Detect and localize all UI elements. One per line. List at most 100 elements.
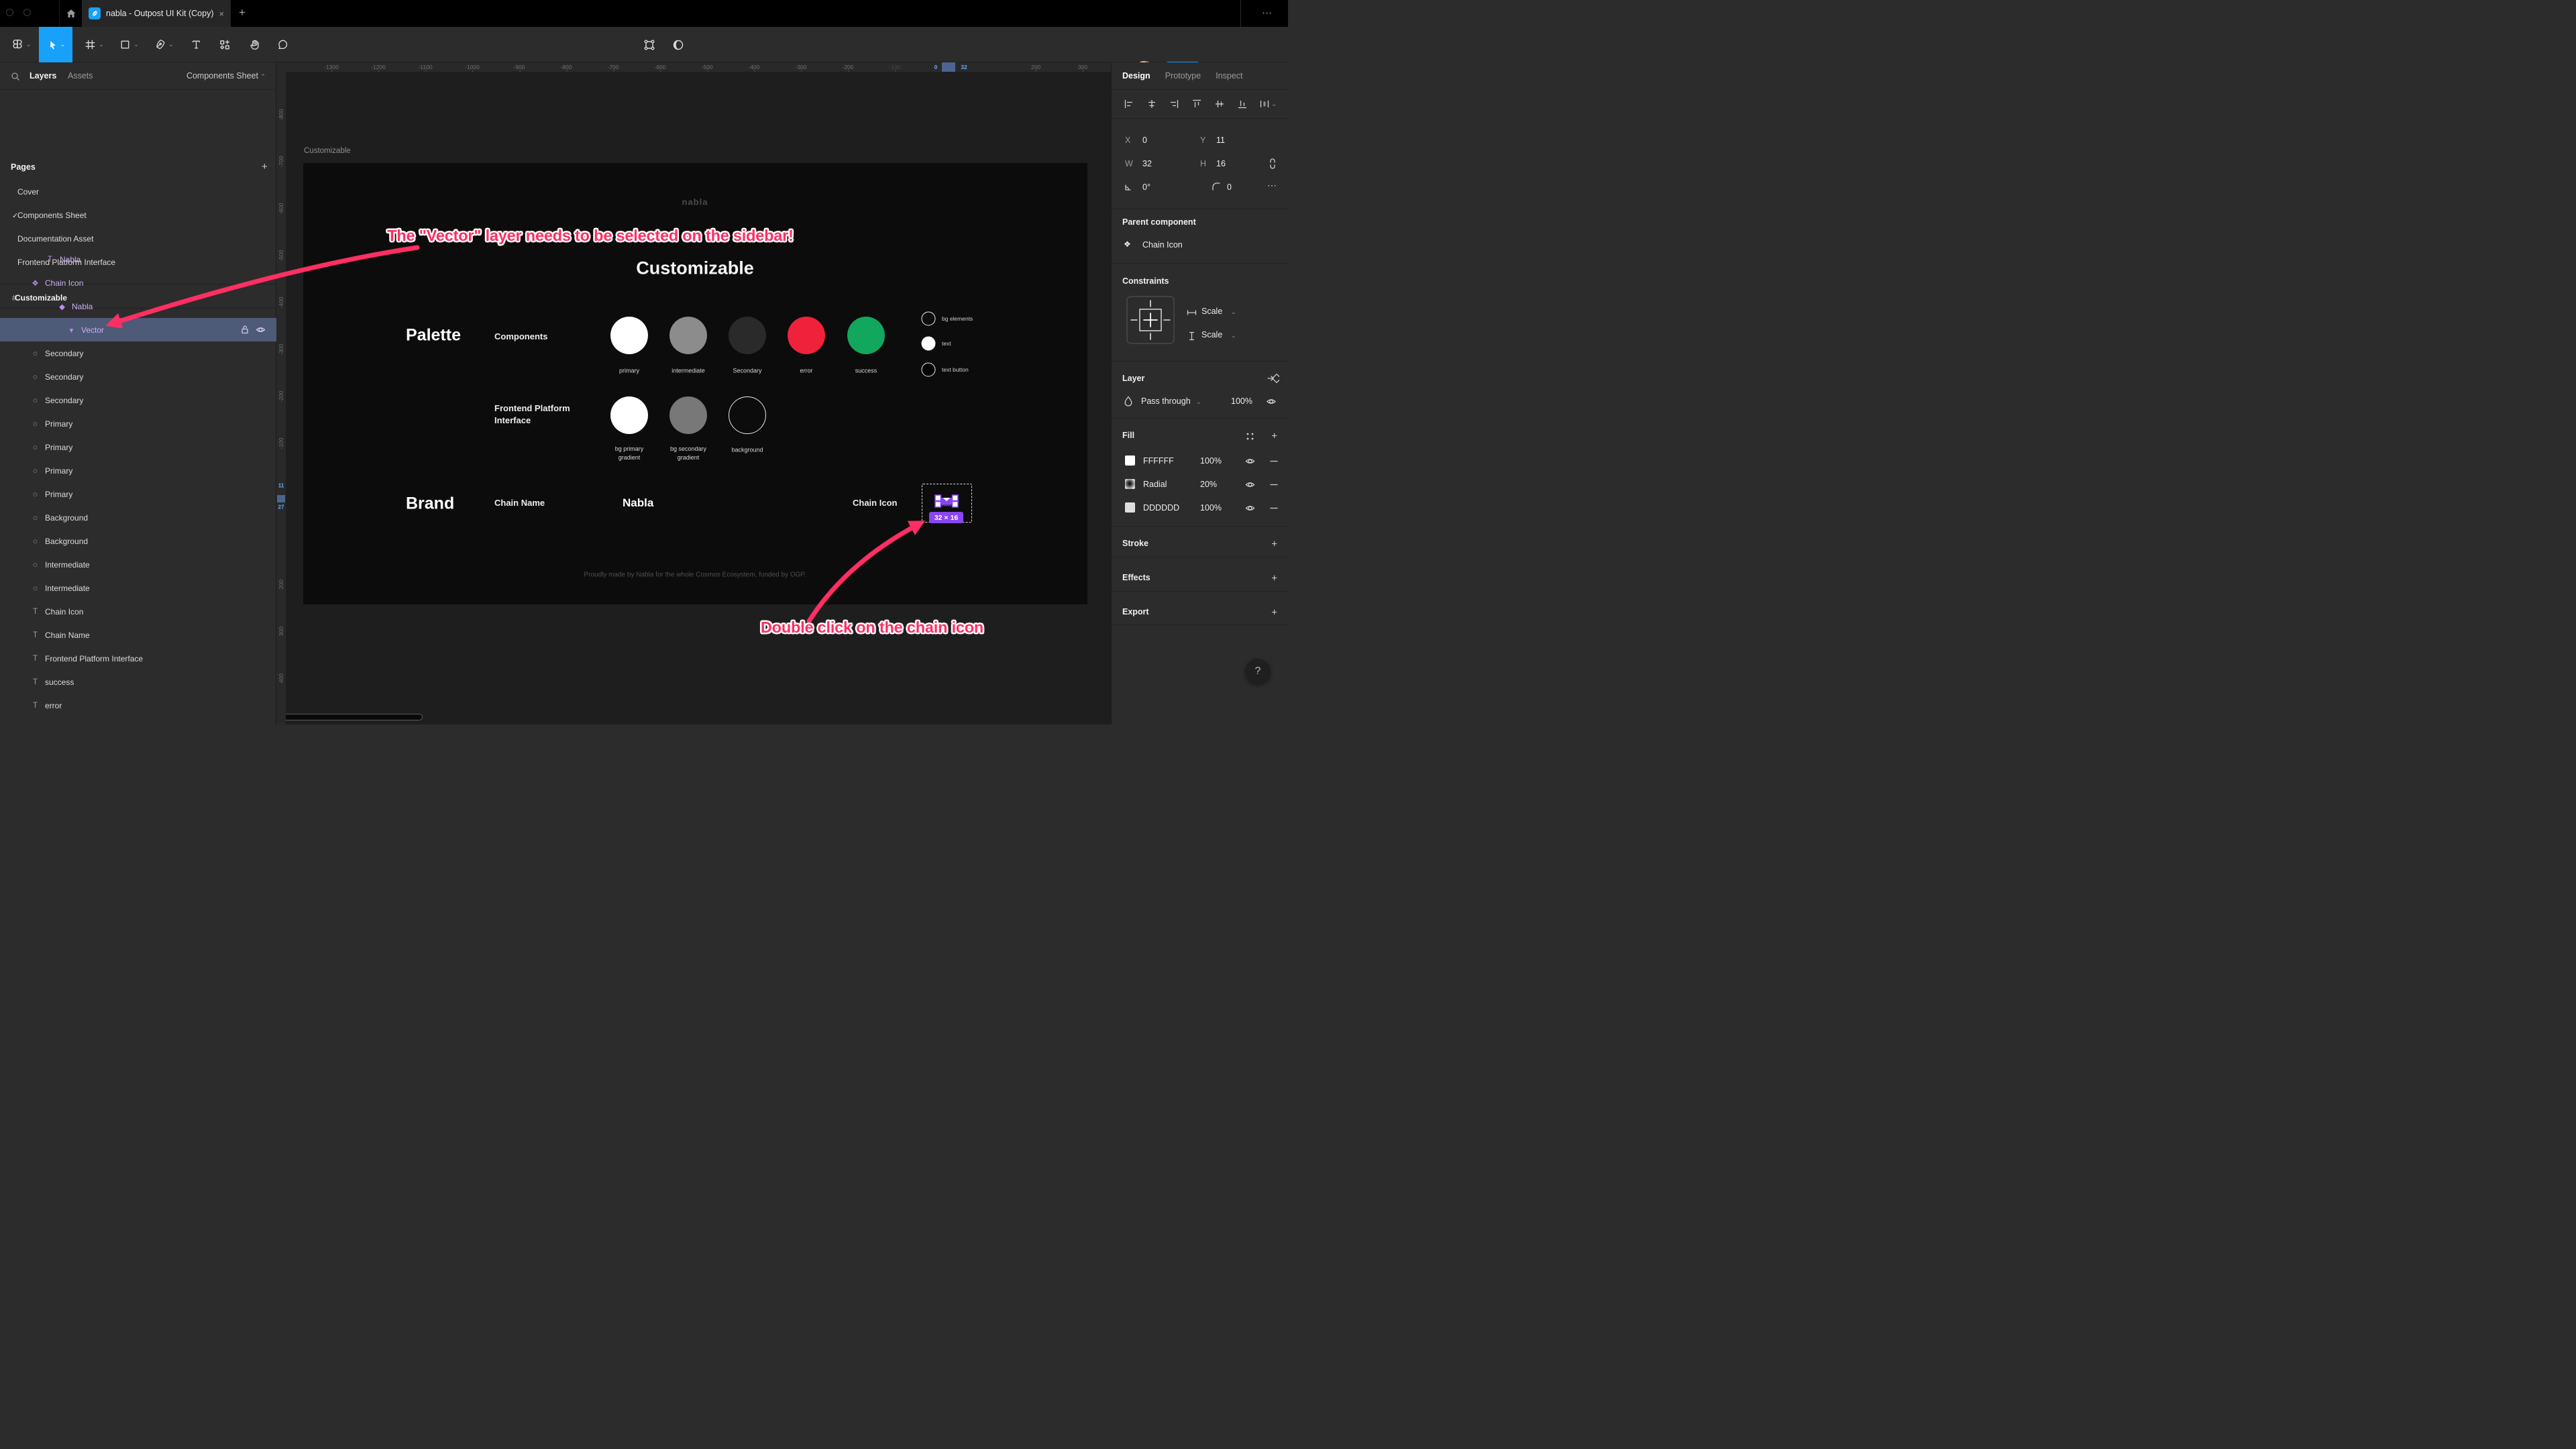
layer-row[interactable]: T Frontend Platform Interface [0, 647, 276, 670]
swatch-bg-secondary-gradient[interactable] [669, 396, 707, 434]
fill-swatch[interactable] [1125, 502, 1135, 513]
corner-radius-input[interactable]: 0 [1227, 182, 1232, 192]
constrain-proportions-icon[interactable] [1269, 158, 1277, 170]
tab-design[interactable]: Design [1122, 71, 1150, 80]
fill-color-value[interactable]: FFFFFF [1143, 456, 1174, 466]
edit-object-button[interactable] [637, 27, 661, 62]
layer-opacity-input[interactable]: 100% [1231, 396, 1252, 406]
swatch-bg-primary-gradient[interactable] [610, 396, 648, 434]
visibility-eye-icon[interactable] [1245, 457, 1255, 466]
y-input[interactable]: 11 [1216, 136, 1225, 145]
fill-color-value[interactable]: DDDDDD [1143, 503, 1179, 513]
layer-row[interactable]: ◆ Nabla [0, 294, 276, 318]
styles-grid-icon[interactable] [1246, 432, 1254, 441]
fill-color-value[interactable]: Radial [1143, 480, 1167, 489]
visibility-eye-icon[interactable] [1245, 480, 1255, 489]
tab-inspect[interactable]: Inspect [1216, 71, 1242, 80]
window-control-icon[interactable] [23, 9, 31, 16]
page-item-components-sheet[interactable]: ✓ Components Sheet [0, 205, 276, 226]
swatch-intermediate[interactable] [669, 317, 707, 354]
align-top-icon[interactable] [1191, 99, 1202, 109]
layer-row[interactable]: T Nabla [0, 248, 276, 271]
tab-layers[interactable]: Layers [30, 71, 56, 80]
layer-row[interactable]: ○ Primary [0, 435, 276, 459]
add-effect-button[interactable]: + [1271, 573, 1277, 584]
add-page-button[interactable]: + [262, 161, 268, 172]
layer-row[interactable]: ○ Intermediate [0, 576, 276, 600]
swatch-text-button[interactable] [921, 362, 936, 377]
page-item-documentation-asset[interactable]: Documentation Asset [0, 228, 276, 250]
canvas-horizontal-scrollbar[interactable] [276, 714, 423, 720]
vertical-constraint-select[interactable]: Scale [1201, 330, 1222, 339]
swatch-background[interactable] [729, 396, 766, 434]
blend-mode-select[interactable]: Pass through [1141, 396, 1191, 406]
fill-opacity[interactable]: 100% [1200, 503, 1222, 513]
fill-swatch-radial[interactable] [1125, 479, 1135, 489]
document-tab[interactable]: nabla - Outpost UI Kit (Copy) × [82, 0, 231, 27]
layer-row[interactable]: ○ Background [0, 506, 276, 529]
constraints-widget[interactable] [1126, 296, 1175, 344]
frame-tool-button[interactable]: ⌄ [80, 27, 107, 62]
align-bottom-icon[interactable] [1237, 99, 1248, 109]
layer-row[interactable]: ○ Primary [0, 412, 276, 435]
layer-row[interactable]: ❖ Chain Icon [0, 271, 276, 294]
remove-fill-icon[interactable] [1270, 480, 1278, 489]
h-input[interactable]: 16 [1216, 159, 1226, 168]
window-control-icon[interactable] [6, 9, 13, 16]
resources-tool-button[interactable] [213, 27, 236, 62]
layer-row[interactable]: ○ Background [0, 529, 276, 553]
more-options-icon[interactable]: ⋯ [1267, 180, 1277, 191]
swatch-error[interactable] [788, 317, 825, 354]
layer-row[interactable]: ○ Secondary [0, 365, 276, 388]
add-export-button[interactable]: + [1271, 607, 1277, 619]
layer-row[interactable]: ○ Primary [0, 459, 276, 482]
customizable-frame[interactable]: nabla Customizable Palette Components pr… [303, 163, 1087, 604]
shape-tool-button[interactable]: ⌄ [115, 27, 142, 62]
align-right-icon[interactable] [1169, 99, 1179, 109]
layer-row[interactable]: ○ Secondary [0, 388, 276, 412]
layer-row[interactable]: ○ Primary [0, 482, 276, 506]
distribute-menu[interactable]: ⌄ [1259, 99, 1277, 109]
expand-arrow-icon[interactable]: ▾ [66, 325, 77, 335]
remove-fill-icon[interactable] [1270, 457, 1278, 466]
tab-prototype[interactable]: Prototype [1165, 71, 1201, 80]
unlock-icon[interactable] [241, 325, 249, 334]
align-left-icon[interactable] [1124, 99, 1134, 109]
visibility-eye-icon[interactable] [1245, 504, 1255, 513]
horizontal-constraint-select[interactable]: Scale [1201, 307, 1222, 316]
hand-tool-button[interactable] [243, 27, 266, 62]
mask-button[interactable] [666, 27, 690, 62]
page-item-cover[interactable]: Cover [0, 181, 276, 203]
layer-row[interactable]: T Chain Name [0, 623, 276, 647]
close-tab-icon[interactable]: × [219, 9, 224, 19]
layer-jump-icon[interactable] [1267, 373, 1279, 384]
main-menu-button[interactable]: ⌄ [8, 27, 34, 62]
fill-swatch[interactable] [1125, 455, 1135, 466]
frame-name-label[interactable]: Customizable [304, 147, 351, 155]
move-tool-button[interactable]: ⌄ [39, 27, 72, 62]
swatch-secondary[interactable] [729, 317, 766, 354]
visibility-eye-icon[interactable] [256, 325, 266, 334]
comment-tool-button[interactable] [271, 27, 294, 62]
search-icon[interactable] [11, 72, 20, 81]
page-selector[interactable]: Components Sheet ⌃ [186, 71, 266, 80]
layer-row[interactable]: T Chain Icon [0, 600, 276, 623]
home-button[interactable] [59, 0, 82, 27]
parent-component-name[interactable]: Chain Icon [1142, 240, 1183, 250]
rotation-input[interactable]: 0° [1142, 182, 1150, 192]
pen-tool-button[interactable]: ⌄ [150, 27, 177, 62]
remove-fill-icon[interactable] [1270, 504, 1278, 513]
w-input[interactable]: 32 [1142, 159, 1152, 168]
x-input[interactable]: 0 [1142, 136, 1147, 145]
fill-opacity[interactable]: 100% [1200, 456, 1222, 466]
new-tab-button[interactable]: + [239, 6, 246, 19]
visibility-eye-icon[interactable] [1266, 397, 1277, 406]
layer-row[interactable]: ○ Secondary [0, 341, 276, 365]
layer-row-vector-selected[interactable]: ▾ Vector [0, 318, 276, 341]
align-vertical-center-icon[interactable] [1214, 99, 1225, 109]
align-horizontal-center-icon[interactable] [1146, 99, 1157, 109]
text-tool-button[interactable] [185, 27, 207, 62]
layer-row[interactable]: ○ Intermediate [0, 553, 276, 576]
add-fill-button[interactable]: + [1271, 431, 1277, 442]
swatch-success[interactable] [847, 317, 885, 354]
